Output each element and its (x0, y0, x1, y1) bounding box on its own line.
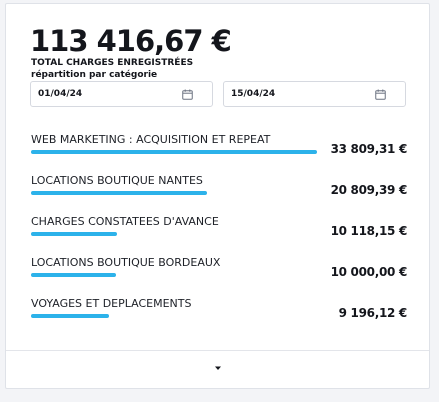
category-bar (31, 150, 317, 154)
caret-down-icon[interactable] (212, 362, 224, 374)
category-label: CHARGES CONSTATEES D'AVANCE (31, 215, 219, 228)
category-value: 10 000,00 € (330, 265, 408, 279)
category-value: 9 196,12 € (338, 306, 408, 320)
footer-divider (6, 350, 429, 351)
category-label: LOCATIONS BOUTIQUE BORDEAUX (31, 256, 221, 269)
category-label: LOCATIONS BOUTIQUE NANTES (31, 174, 203, 187)
calendar-icon[interactable] (182, 89, 193, 100)
start-date-value: 01/04/24 (38, 89, 83, 99)
expenses-card: 113 416,67 € TOTAL CHARGES ENREGISTRÉES … (5, 3, 430, 389)
category-bar (31, 314, 109, 318)
end-date-input[interactable]: 15/04/24 (223, 81, 406, 107)
category-value: 20 809,39 € (330, 183, 408, 197)
category-value: 10 118,15 € (330, 224, 408, 238)
calendar-icon[interactable] (375, 89, 386, 100)
category-label: WEB MARKETING : ACQUISITION ET REPEAT (31, 133, 271, 146)
category-bar (31, 273, 116, 277)
total-label: TOTAL CHARGES ENREGISTRÉES (31, 58, 194, 68)
category-label: VOYAGES ET DEPLACEMENTS (31, 297, 192, 310)
category-bar (31, 232, 117, 236)
category-value: 33 809,31 € (330, 142, 408, 156)
category-bar (31, 191, 207, 195)
start-date-input[interactable]: 01/04/24 (30, 81, 213, 107)
total-amount: 113 416,67 € (30, 24, 232, 58)
end-date-value: 15/04/24 (231, 89, 276, 99)
breakdown-label: répartition par catégorie (31, 70, 158, 80)
